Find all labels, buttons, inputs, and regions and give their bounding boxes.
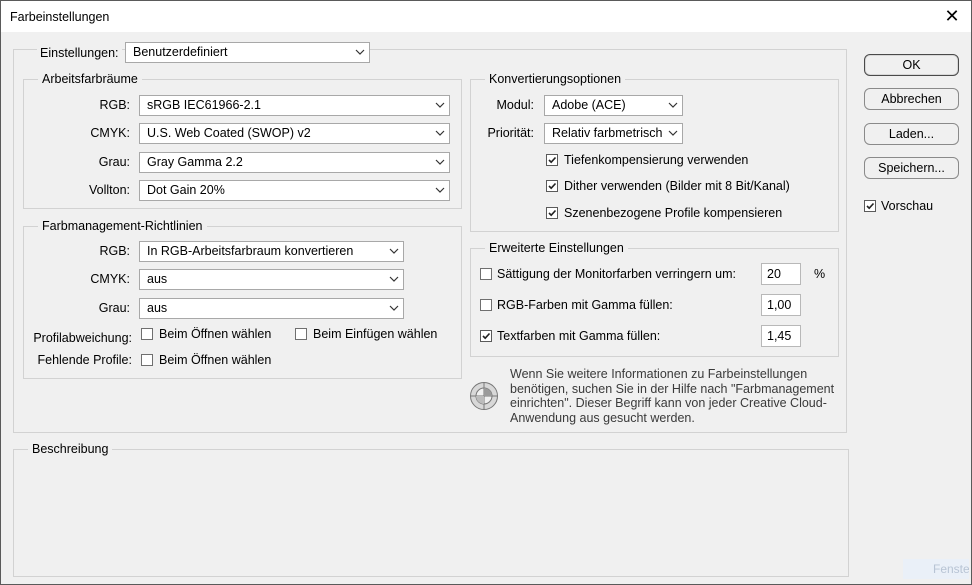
chevron-down-icon [355, 49, 365, 55]
scene-profiles-checkbox[interactable] [546, 207, 558, 219]
chevron-down-icon [668, 130, 678, 136]
engine-value: Adobe (ACE) [552, 98, 626, 112]
desaturate-unit: % [814, 267, 826, 281]
workspace-rgb-label: RGB: [99, 98, 130, 112]
workspace-gray-select[interactable]: Gray Gamma 2.2 [139, 152, 450, 173]
cancel-button[interactable]: Abbrechen [864, 88, 959, 110]
policy-gray-label: Grau: [98, 301, 130, 315]
watermark-text: Fenster [903, 559, 969, 579]
missing-profiles-label: Fehlende Profile: [37, 353, 132, 367]
workspace-cmyk-label: CMYK: [90, 126, 130, 140]
blend-text-input[interactable]: 1,45 [761, 325, 801, 347]
close-icon[interactable]: ✕ [941, 5, 963, 27]
profile-mismatch-label: Profilabweichung: [33, 331, 132, 345]
conversion-legend: Konvertierungsoptionen [485, 72, 626, 86]
policy-rgb-select[interactable]: In RGB-Arbeitsfarbraum konvertieren [139, 241, 404, 262]
preview-checkbox[interactable] [864, 200, 876, 212]
workspace-spot-select[interactable]: Dot Gain 20% [139, 180, 450, 201]
blend-rgb-label: RGB-Farben mit Gamma füllen: [497, 298, 673, 312]
policy-cmyk-label: CMYK: [90, 272, 130, 286]
workspace-cmyk-value: U.S. Web Coated (SWOP) v2 [147, 126, 311, 140]
blend-rgb-input[interactable]: 1,00 [761, 294, 801, 316]
missing-open-checkbox[interactable] [141, 354, 153, 366]
policy-rgb-value: In RGB-Arbeitsfarbraum konvertieren [147, 244, 354, 258]
policy-cmyk-value: aus [147, 272, 168, 286]
preview-label: Vorschau [881, 199, 934, 213]
mismatch-open-label: Beim Öffnen wählen [159, 327, 272, 341]
workspace-spot-label: Vollton: [88, 183, 130, 197]
intent-value: Relativ farbmetrisch [552, 126, 663, 140]
workspace-gray-label: Grau: [98, 155, 130, 169]
workspace-spot-value: Dot Gain 20% [147, 183, 225, 197]
bpc-label: Tiefenkompensierung verwenden [564, 153, 749, 167]
mismatch-paste-checkbox[interactable] [295, 328, 307, 340]
chevron-down-icon [668, 102, 678, 108]
dither-checkbox[interactable] [546, 180, 558, 192]
chevron-down-icon [435, 159, 445, 165]
description-legend: Beschreibung [28, 442, 113, 456]
policy-gray-select[interactable]: aus [139, 298, 404, 319]
chevron-down-icon [389, 248, 399, 254]
description-box [13, 449, 849, 577]
settings-value: Benutzerdefiniert [133, 45, 228, 59]
policy-gray-value: aus [147, 301, 168, 315]
settings-label: Einstellungen: [37, 46, 122, 60]
policy-rgb-label: RGB: [99, 244, 130, 258]
policy-cmyk-select[interactable]: aus [139, 269, 404, 290]
scene-profiles-label: Szenenbezogene Profile kompensieren [564, 206, 783, 220]
intent-label: Priorität: [487, 126, 534, 140]
window-title: Farbeinstellungen [10, 10, 110, 24]
mismatch-open-checkbox[interactable] [141, 328, 153, 340]
desaturate-checkbox[interactable] [480, 268, 492, 280]
missing-open-label: Beim Öffnen wählen [159, 353, 272, 367]
info-text: Wenn Sie weitere Informationen zu Farbei… [510, 367, 835, 425]
policies-legend: Farbmanagement-Richtlinien [38, 219, 207, 233]
blend-text-label: Textfarben mit Gamma füllen: [497, 329, 661, 343]
intent-select[interactable]: Relativ farbmetrisch [544, 123, 683, 144]
chevron-down-icon [389, 276, 399, 282]
workspace-rgb-select[interactable]: sRGB IEC61966-2.1 [139, 95, 450, 116]
workspace-rgb-value: sRGB IEC61966-2.1 [147, 98, 261, 112]
chevron-down-icon [435, 187, 445, 193]
workspaces-legend: Arbeitsfarbräume [38, 72, 142, 86]
engine-label: Modul: [496, 98, 534, 112]
color-wheel-icon [470, 382, 498, 410]
load-button[interactable]: Laden... [864, 123, 959, 145]
mismatch-paste-label: Beim Einfügen wählen [313, 327, 438, 341]
chevron-down-icon [435, 130, 445, 136]
blend-text-checkbox[interactable] [480, 330, 492, 342]
save-button[interactable]: Speichern... [864, 157, 959, 179]
bpc-checkbox[interactable] [546, 154, 558, 166]
workspace-gray-value: Gray Gamma 2.2 [147, 155, 243, 169]
color-settings-dialog: Farbeinstellungen ✕ Einstellungen: Benut… [0, 0, 972, 585]
blend-rgb-checkbox[interactable] [480, 299, 492, 311]
advanced-legend: Erweiterte Einstellungen [485, 241, 628, 255]
dither-label: Dither verwenden (Bilder mit 8 Bit/Kanal… [564, 179, 790, 193]
desaturate-label: Sättigung der Monitorfarben verringern u… [497, 267, 737, 281]
settings-dropdown[interactable]: Benutzerdefiniert [125, 42, 370, 63]
title-bar: Farbeinstellungen ✕ [1, 1, 971, 32]
workspace-cmyk-select[interactable]: U.S. Web Coated (SWOP) v2 [139, 123, 450, 144]
chevron-down-icon [389, 305, 399, 311]
chevron-down-icon [435, 102, 445, 108]
ok-button[interactable]: OK [864, 54, 959, 76]
engine-select[interactable]: Adobe (ACE) [544, 95, 683, 116]
desaturate-input[interactable]: 20 [761, 263, 801, 285]
